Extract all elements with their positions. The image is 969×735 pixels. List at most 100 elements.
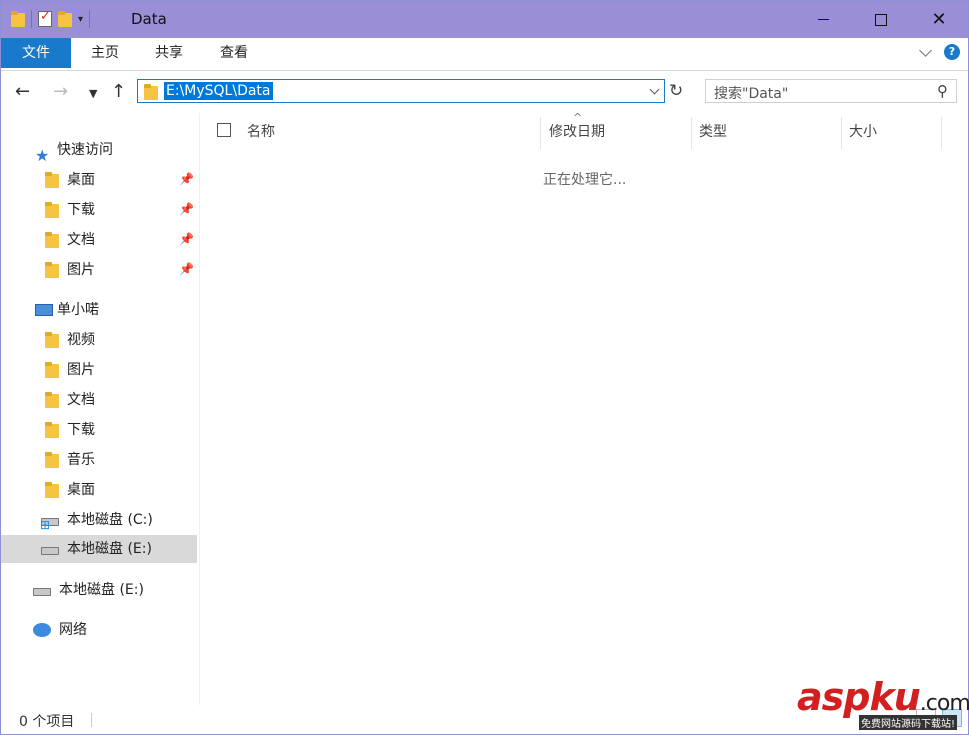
nav-drive-e[interactable]: 本地磁盘 (E:) <box>33 576 144 604</box>
nav-item-desktop[interactable]: 桌面 <box>45 166 95 194</box>
maximize-button[interactable] <box>852 1 910 38</box>
videos-folder-icon <box>45 332 59 348</box>
nav-label: 视频 <box>67 332 95 348</box>
drive-icon <box>41 547 59 555</box>
folder-icon <box>11 11 25 27</box>
loading-message: 正在处理它... <box>543 172 627 188</box>
nav-item-downloads-pc[interactable]: 下载 <box>45 416 95 444</box>
pin-icon[interactable]: 📌 <box>179 172 194 186</box>
nav-item-desktop-pc[interactable]: 桌面 <box>45 476 95 504</box>
nav-item-downloads[interactable]: 下载 <box>45 196 95 224</box>
nav-label: 网络 <box>59 622 87 638</box>
nav-label: 图片 <box>67 262 95 278</box>
column-modified[interactable]: 修改日期 <box>549 121 605 141</box>
watermark-tagline: 免费网站源码下载站! <box>859 715 958 730</box>
pin-icon[interactable]: 📌 <box>179 262 194 276</box>
computer-icon <box>35 304 53 316</box>
nav-item-pictures[interactable]: 图片 <box>45 256 95 284</box>
recent-locations-icon[interactable]: ▼ <box>89 87 97 100</box>
nav-label: 本地磁盘 (E:) <box>59 582 144 598</box>
pane-divider[interactable] <box>199 113 200 705</box>
navigation-bar: ← → ▼ ↑ E:\MySQL\Data ↻ 搜索"Data" ⚲ <box>1 71 968 113</box>
pictures-folder-icon <box>45 362 59 378</box>
up-button[interactable]: ↑ <box>111 81 126 102</box>
nav-item-drive-c[interactable]: 本地磁盘 (C:) <box>40 506 153 539</box>
select-all-checkbox[interactable] <box>217 123 231 137</box>
toolbar-divider <box>89 10 91 28</box>
search-box[interactable]: 搜索"Data" ⚲ <box>705 79 957 103</box>
tab-file[interactable]: 文件 <box>1 38 71 68</box>
forward-button[interactable]: → <box>53 81 68 102</box>
music-folder-icon <box>45 452 59 468</box>
window-title: Data <box>131 10 167 28</box>
desktop-folder-icon <box>45 172 59 188</box>
help-icon[interactable]: ? <box>944 44 960 60</box>
nav-label: 音乐 <box>67 452 95 468</box>
new-folder-icon[interactable] <box>58 11 72 27</box>
tab-view[interactable]: 查看 <box>205 38 263 68</box>
nav-quick-access[interactable]: ★ 快速访问 <box>35 136 113 165</box>
nav-network[interactable]: 网络 <box>33 616 87 644</box>
minimize-button[interactable] <box>794 1 852 38</box>
column-name[interactable]: 名称 <box>247 121 275 141</box>
watermark-logo: aspku.com 免费网站源码下载站! <box>797 675 969 730</box>
nav-label: 下载 <box>67 202 95 218</box>
status-divider <box>91 713 92 727</box>
nav-item-documents[interactable]: 文档 <box>45 226 95 254</box>
downloads-folder-icon <box>45 422 59 438</box>
column-divider[interactable] <box>841 117 842 149</box>
nav-label: 桌面 <box>67 172 95 188</box>
column-size[interactable]: 大小 <box>849 121 877 141</box>
address-dropdown-icon[interactable] <box>649 84 660 95</box>
nav-item-pictures-pc[interactable]: 图片 <box>45 356 95 384</box>
nav-label: 文档 <box>67 232 95 248</box>
nav-item-documents-pc[interactable]: 文档 <box>45 386 95 414</box>
nav-label: 本地磁盘 (E:) <box>67 541 152 557</box>
column-type[interactable]: 类型 <box>699 121 727 141</box>
drive-icon <box>33 588 51 596</box>
pictures-folder-icon <box>45 262 59 278</box>
nav-item-music[interactable]: 音乐 <box>45 446 95 474</box>
nav-item-drive-e[interactable]: 本地磁盘 (E:) <box>1 535 197 563</box>
documents-folder-icon <box>45 392 59 408</box>
star-icon: ★ <box>35 146 50 165</box>
customize-toolbar-icon[interactable]: ▾ <box>78 14 83 25</box>
address-bar[interactable]: E:\MySQL\Data <box>137 79 665 103</box>
title-bar: ▾ Data ✕ <box>1 1 968 38</box>
toolbar-divider <box>31 10 32 28</box>
tab-home[interactable]: 主页 <box>77 38 133 68</box>
documents-folder-icon <box>45 232 59 248</box>
tab-share[interactable]: 共享 <box>141 38 197 68</box>
column-divider[interactable] <box>941 117 942 149</box>
nav-label: 单小喏 <box>57 302 99 318</box>
column-headers: ^ 名称 修改日期 类型 大小 <box>201 111 961 149</box>
close-icon: ✕ <box>931 8 947 30</box>
nav-item-videos[interactable]: 视频 <box>45 326 95 354</box>
refresh-button[interactable]: ↻ <box>669 81 683 101</box>
nav-label: 下载 <box>67 422 95 438</box>
nav-this-pc[interactable]: 单小喏 <box>35 296 99 324</box>
folder-icon <box>144 84 158 100</box>
back-button[interactable]: ← <box>15 81 30 102</box>
pin-icon[interactable]: 📌 <box>179 202 194 216</box>
explorer-window: ▾ Data ✕ 文件 主页 共享 查看 ? ← → ▼ ↑ E:\MySQL\… <box>0 0 969 735</box>
close-button[interactable]: ✕ <box>910 1 968 38</box>
quick-access-toolbar: ▾ <box>11 9 91 28</box>
ribbon-tabs: 文件 主页 共享 查看 ? <box>1 38 968 71</box>
downloads-folder-icon <box>45 202 59 218</box>
pin-icon[interactable]: 📌 <box>179 232 194 246</box>
minimize-icon <box>817 19 829 20</box>
windows-drive-icon <box>40 511 59 539</box>
search-icon[interactable]: ⚲ <box>937 82 948 100</box>
nav-label: 快速访问 <box>57 142 113 158</box>
properties-icon[interactable] <box>38 9 52 27</box>
watermark-brand-b: ku <box>869 675 920 719</box>
expand-ribbon-icon[interactable] <box>919 43 932 57</box>
nav-label: 图片 <box>67 362 95 378</box>
nav-label: 本地磁盘 (C:) <box>67 512 153 528</box>
column-divider[interactable] <box>540 117 541 149</box>
address-path[interactable]: E:\MySQL\Data <box>164 82 273 100</box>
maximize-icon <box>875 13 887 26</box>
network-icon <box>33 623 51 637</box>
column-divider[interactable] <box>691 117 692 149</box>
